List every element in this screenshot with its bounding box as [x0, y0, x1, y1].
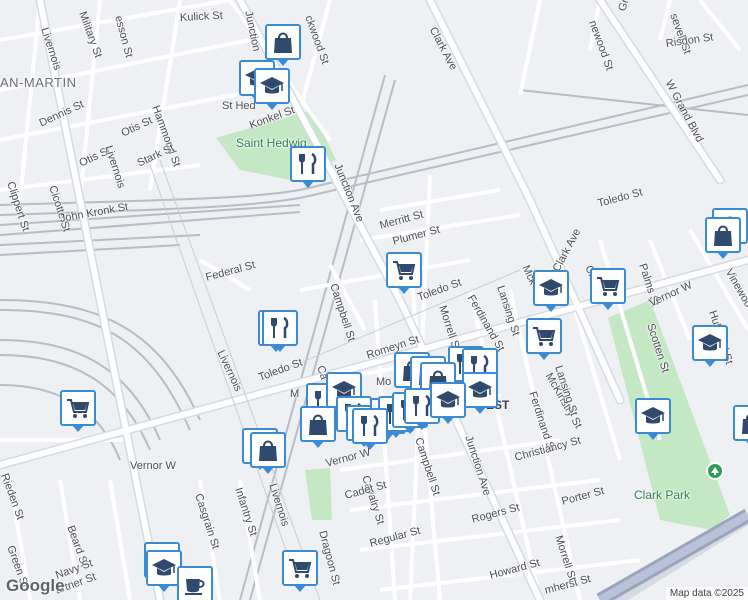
school-cap-marker[interactable]: [462, 372, 498, 414]
cafe-icon: [185, 579, 205, 595]
school-icon: [152, 559, 176, 576]
shopping-bag-marker[interactable]: [705, 217, 741, 259]
cafe-cup-marker[interactable]: [177, 566, 213, 600]
grocery-icon: [289, 559, 312, 578]
grocery-icon: [67, 399, 90, 418]
district-label: AN-MARTIN: [0, 75, 77, 90]
street-label-m: M: [290, 388, 300, 400]
shopping-icon: [714, 225, 732, 246]
shopping-bag-marker[interactable]: [265, 24, 301, 66]
grocery-cart-marker[interactable]: [526, 318, 562, 360]
park-label-clark: Clark Park: [634, 488, 691, 502]
grocery-icon: [597, 277, 620, 296]
shopping-icon: [259, 440, 277, 461]
school-icon: [436, 391, 460, 408]
school-icon: [698, 334, 722, 351]
map-canvas[interactable]: AN-MARTIN Saint Hedwig Clark Park EST Ku…: [0, 0, 748, 600]
grocery-icon: [393, 261, 416, 280]
shopping-icon: [274, 32, 292, 53]
grocery-cart-marker[interactable]: [386, 252, 422, 294]
street-label-vernor_w: Vernor W: [130, 460, 176, 472]
shopping-bag-marker[interactable]: [250, 432, 286, 474]
school-cap-marker[interactable]: [430, 382, 466, 424]
map-attribution[interactable]: Map data ©2025: [665, 587, 748, 600]
school-icon: [641, 407, 665, 424]
shopping-bag-marker[interactable]: [300, 406, 336, 448]
school-cap-marker[interactable]: [635, 398, 671, 440]
grocery-icon: [533, 327, 556, 346]
google-logo: Google: [6, 576, 65, 595]
street-label-kulick: Kulick St: [179, 9, 224, 24]
school-icon: [539, 279, 563, 296]
restaurant-icon: [271, 316, 289, 338]
shopping-bag-marker[interactable]: [733, 405, 748, 447]
school-cap-marker[interactable]: [254, 68, 290, 110]
restaurant-icon: [299, 152, 317, 174]
school-icon: [468, 381, 492, 398]
grocery-cart-marker[interactable]: [282, 550, 318, 592]
restaurant-icon: [361, 414, 379, 436]
restaurant-marker[interactable]: [290, 146, 326, 188]
tree-icon[interactable]: [706, 462, 724, 480]
school-cap-marker[interactable]: [533, 270, 569, 312]
school-cap-marker[interactable]: [692, 325, 728, 367]
street-label-mo: Mo: [376, 376, 392, 388]
shopping-icon: [309, 414, 327, 435]
small-park: [305, 468, 332, 520]
grocery-cart-marker[interactable]: [60, 390, 96, 432]
restaurant-marker[interactable]: [352, 408, 388, 450]
restaurant-marker[interactable]: [262, 310, 298, 352]
grocery-cart-marker[interactable]: [590, 268, 626, 310]
shopping-icon: [742, 414, 748, 434]
school-icon: [260, 77, 284, 94]
